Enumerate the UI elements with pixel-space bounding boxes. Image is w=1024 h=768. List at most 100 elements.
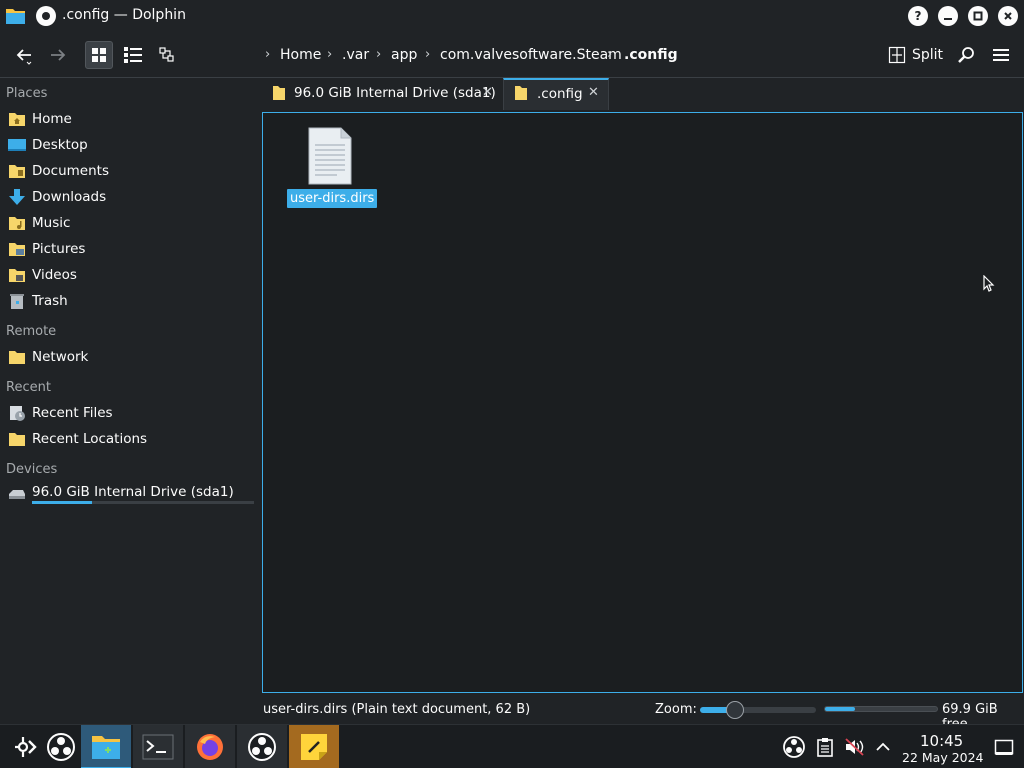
breadcrumb-separator: › bbox=[425, 47, 431, 62]
sidebar-item-home[interactable]: Home bbox=[0, 107, 256, 131]
sidebar-item-label: Home bbox=[32, 111, 72, 127]
icons-view-button[interactable] bbox=[85, 41, 113, 69]
split-button[interactable]: Split bbox=[888, 42, 943, 68]
split-label: Split bbox=[912, 47, 944, 63]
breadcrumb-steam[interactable]: com.valvesoftware.Steam bbox=[440, 47, 622, 63]
keep-above-icon[interactable] bbox=[36, 6, 56, 26]
drive-usage-fill bbox=[32, 501, 92, 504]
folder-icon bbox=[273, 86, 285, 100]
chevron-up-icon bbox=[876, 742, 890, 751]
breadcrumb-separator: › bbox=[376, 47, 382, 62]
tab-bar: 96.0 GiB Internal Drive (sda1) ✕ .config… bbox=[262, 78, 1024, 110]
taskbar-sticky-notes[interactable] bbox=[289, 725, 339, 768]
sidebar-item-desktop[interactable]: Desktop bbox=[0, 133, 256, 157]
zoom-slider[interactable] bbox=[700, 701, 816, 719]
section-devices: Devices bbox=[6, 462, 58, 477]
tray-clipboard[interactable] bbox=[816, 737, 834, 757]
folder-icon bbox=[515, 86, 527, 100]
status-bar: user-dirs.dirs (Plain text document, 62 … bbox=[262, 696, 1024, 732]
tab-internal-drive[interactable]: 96.0 GiB Internal Drive (sda1) ✕ bbox=[262, 78, 503, 109]
taskbar: 10:45 22 May 2024 bbox=[0, 724, 1024, 768]
file-item[interactable]: user-dirs.dirs bbox=[285, 125, 378, 215]
breadcrumb-config[interactable]: .config bbox=[624, 47, 678, 63]
firefox-icon bbox=[197, 734, 223, 760]
zoom-slider-handle[interactable] bbox=[725, 701, 744, 719]
sidebar-item-label: Recent Files bbox=[32, 405, 113, 421]
sidebar-item-videos[interactable]: Videos bbox=[0, 263, 256, 287]
clock-date: 22 May 2024 bbox=[902, 750, 984, 765]
documents-folder-icon bbox=[9, 165, 25, 178]
minimize-button[interactable] bbox=[938, 6, 958, 26]
disk-space-bar bbox=[824, 706, 938, 712]
dolphin-app-icon[interactable] bbox=[5, 6, 26, 25]
tray-volume-muted[interactable] bbox=[844, 737, 866, 757]
desktop-icon bbox=[8, 139, 26, 151]
sidebar-item-music[interactable]: Music bbox=[0, 211, 256, 235]
taskbar-obs[interactable] bbox=[237, 725, 287, 768]
selection-info: user-dirs.dirs (Plain text document, 62 … bbox=[263, 702, 531, 717]
recent-files-icon bbox=[10, 406, 25, 421]
show-desktop-button[interactable] bbox=[994, 739, 1014, 757]
tab-label: .config bbox=[537, 86, 583, 102]
sidebar-item-label: Recent Locations bbox=[32, 431, 148, 447]
taskbar-konsole[interactable] bbox=[133, 725, 183, 768]
obs-icon bbox=[248, 733, 276, 761]
sidebar-item-documents[interactable]: Documents bbox=[0, 159, 256, 183]
sidebar-item-downloads[interactable]: Downloads bbox=[0, 185, 256, 209]
window-title: .config — Dolphin bbox=[62, 7, 186, 23]
menu-button[interactable] bbox=[987, 41, 1015, 69]
back-button[interactable] bbox=[10, 41, 38, 69]
breadcrumb-home[interactable]: Home bbox=[280, 47, 321, 63]
breadcrumb-separator: › bbox=[607, 47, 613, 62]
sidebar-item-recent-files[interactable]: Recent Files bbox=[0, 401, 256, 425]
search-button[interactable] bbox=[952, 41, 980, 69]
konsole-icon bbox=[142, 734, 174, 760]
sidebar-item-label: Documents bbox=[32, 163, 109, 179]
tab-close-button[interactable]: ✕ bbox=[482, 85, 493, 100]
zoom-label: Zoom: bbox=[655, 702, 697, 717]
icons-view-icon bbox=[92, 48, 106, 62]
clock[interactable]: 10:45 22 May 2024 bbox=[900, 729, 984, 767]
app-launcher-icon bbox=[15, 737, 37, 757]
show-desktop-icon bbox=[994, 739, 1014, 755]
taskbar-firefox[interactable] bbox=[185, 725, 235, 768]
section-recent: Recent bbox=[6, 380, 51, 395]
sidebar-item-recent-locations[interactable]: Recent Locations bbox=[0, 427, 256, 451]
forward-icon bbox=[51, 49, 66, 61]
sidebar-item-label: Downloads bbox=[32, 189, 107, 205]
dolphin-icon bbox=[92, 736, 120, 759]
sidebar-item-network[interactable]: Network bbox=[0, 345, 256, 369]
details-view-button[interactable] bbox=[119, 41, 147, 69]
breadcrumb-separator: › bbox=[265, 47, 271, 62]
sidebar-item-label: Music bbox=[32, 215, 71, 231]
sidebar-item-label: Videos bbox=[32, 267, 77, 283]
taskbar-obs-launcher[interactable] bbox=[36, 725, 86, 768]
drive-icon bbox=[9, 490, 25, 499]
close-button[interactable] bbox=[998, 6, 1018, 26]
downloads-icon bbox=[9, 189, 25, 205]
breadcrumb-app[interactable]: app bbox=[391, 47, 417, 63]
network-folder-icon bbox=[9, 351, 25, 364]
compact-view-button[interactable] bbox=[153, 41, 181, 69]
tray-obs[interactable] bbox=[782, 735, 806, 759]
text-document-icon bbox=[308, 127, 352, 185]
tab-config[interactable]: .config ✕ bbox=[503, 78, 609, 110]
minimize-icon bbox=[944, 18, 952, 20]
file-view[interactable]: user-dirs.dirs bbox=[262, 112, 1023, 693]
clipboard-icon bbox=[817, 738, 833, 757]
sidebar-item-trash[interactable]: Trash bbox=[0, 289, 256, 313]
title-bar[interactable]: .config — Dolphin ? bbox=[0, 0, 1024, 32]
forward-button[interactable] bbox=[44, 41, 72, 69]
tray-expand-button[interactable] bbox=[874, 739, 892, 755]
sidebar-item-pictures[interactable]: Pictures bbox=[0, 237, 256, 261]
places-panel: Places Home Desktop Documents Downloads … bbox=[0, 79, 258, 699]
split-icon bbox=[888, 46, 906, 64]
details-view-icon bbox=[124, 47, 142, 63]
tab-close-button[interactable]: ✕ bbox=[588, 85, 599, 100]
breadcrumb-var[interactable]: .var bbox=[342, 47, 369, 63]
disk-space-fill bbox=[825, 707, 856, 711]
maximize-button[interactable] bbox=[968, 6, 988, 26]
taskbar-dolphin[interactable] bbox=[81, 725, 131, 768]
videos-folder-icon bbox=[9, 269, 25, 282]
help-button[interactable]: ? bbox=[908, 6, 928, 26]
